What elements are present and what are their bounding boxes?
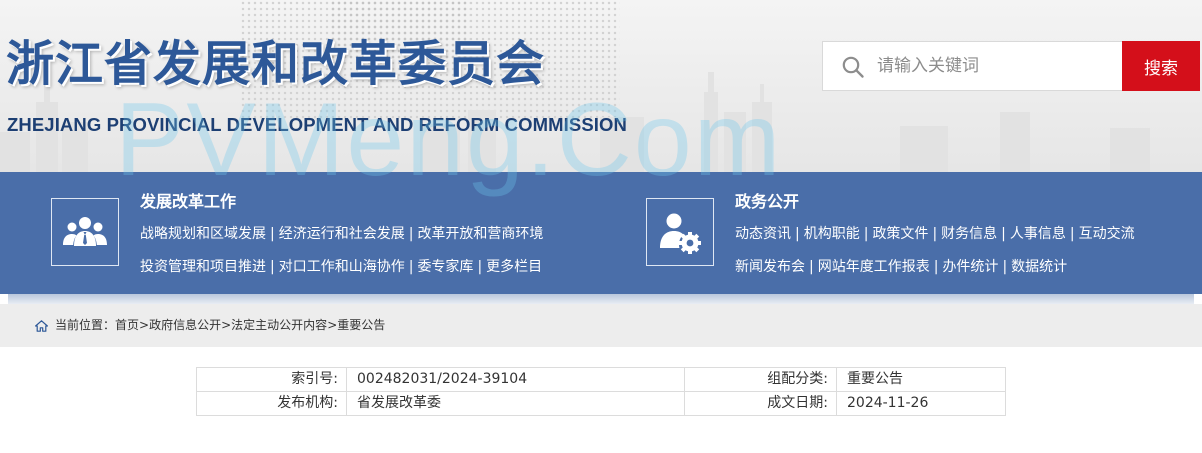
people-group-icon — [63, 217, 107, 246]
nav-link[interactable]: 改革开放和营商环境 — [417, 226, 543, 242]
nav-link[interactable]: 委专家库 — [417, 259, 473, 275]
home-icon — [35, 320, 48, 332]
site-header: 浙江省发展和改革委员会 ZHEJIANG PROVINCIAL DEVELOPM… — [0, 0, 1202, 172]
nav-row-development-2: 投资管理和项目推进 | 对口工作和山海协作 | 委专家库 | 更多栏目 — [140, 259, 543, 275]
breadcrumb-item[interactable]: 政府信息公开 — [149, 318, 221, 332]
nav-link[interactable]: 政策文件 — [872, 226, 928, 242]
nav-section-development-icon-box[interactable] — [51, 198, 119, 266]
user-gear-icon — [660, 213, 701, 254]
nav-link[interactable]: 动态资讯 — [735, 226, 791, 242]
site-title: 浙江省发展和改革委员会 — [6, 36, 546, 92]
breadcrumb-item[interactable]: 法定主动公开内容 — [231, 318, 327, 332]
nav-link[interactable]: 机构职能 — [804, 226, 860, 242]
nav-link[interactable]: 新闻发布会 — [735, 259, 805, 275]
nav-row-affairs-2: 新闻发布会 | 网站年度工作报表 | 办件统计 | 数据统计 — [735, 259, 1068, 275]
nav-link[interactable]: 更多栏目 — [486, 259, 542, 275]
nav-heading-affairs[interactable]: 政务公开 — [735, 194, 799, 210]
site-title-english: ZHEJIANG PROVINCIAL DEVELOPMENT AND REFO… — [7, 114, 627, 135]
nav-link[interactable]: 对口工作和山海协作 — [279, 259, 405, 275]
breadcrumb-item[interactable]: 首页 — [115, 318, 139, 332]
info-value: 002482031/2024-39104 — [346, 367, 685, 392]
search-button[interactable]: 搜索 — [1122, 41, 1200, 91]
info-label: 发布机构: — [196, 391, 347, 416]
info-value: 重要公告 — [836, 367, 1006, 392]
info-label: 索引号: — [196, 367, 347, 392]
search-icon — [842, 56, 864, 78]
document-info-table: 索引号: 002482031/2024-39104 组配分类: 重要公告 发布机… — [196, 367, 1006, 416]
nav-section-affairs-icon-box[interactable] — [646, 198, 714, 266]
table-row: 索引号: 002482031/2024-39104 组配分类: 重要公告 — [196, 367, 1006, 392]
nav-row-development-1: 战略规划和区域发展 | 经济运行和社会发展 | 改革开放和营商环境 — [140, 226, 544, 242]
table-row: 发布机构: 省发展改革委 成文日期: 2024-11-26 — [196, 391, 1006, 416]
search-input[interactable] — [877, 42, 1117, 90]
nav-link[interactable]: 财务信息 — [941, 226, 997, 242]
nav-link[interactable]: 投资管理和项目推进 — [140, 259, 266, 275]
nav-link[interactable]: 互动交流 — [1079, 226, 1135, 242]
breadcrumb-prefix: 当前位置： — [55, 318, 116, 332]
nav-link[interactable]: 人事信息 — [1010, 226, 1066, 242]
info-value: 2024-11-26 — [836, 391, 1006, 416]
nav-link[interactable]: 经济运行和社会发展 — [279, 226, 405, 242]
nav-row-affairs-1: 动态资讯 | 机构职能 | 政策文件 | 财务信息 | 人事信息 | 互动交流 — [735, 226, 1135, 242]
nav-shadow-strip — [8, 294, 1194, 304]
info-label: 成文日期: — [684, 391, 837, 416]
nav-link[interactable]: 战略规划和区域发展 — [140, 226, 266, 242]
nav-link[interactable]: 数据统计 — [1011, 259, 1067, 275]
nav-heading-development[interactable]: 发展改革工作 — [140, 194, 236, 210]
breadcrumb: 当前位置：首页>政府信息公开>法定主动公开内容>重要公告 — [0, 304, 1202, 347]
breadcrumb-trail: 当前位置：首页>政府信息公开>法定主动公开内容>重要公告 — [55, 318, 386, 332]
info-label: 组配分类: — [684, 367, 837, 392]
info-value: 省发展改革委 — [346, 391, 685, 416]
search-box: 搜索 — [822, 41, 1200, 91]
breadcrumb-item[interactable]: 重要公告 — [337, 318, 385, 332]
nav-link[interactable]: 办件统计 — [942, 259, 998, 275]
nav-link[interactable]: 网站年度工作报表 — [818, 259, 930, 275]
